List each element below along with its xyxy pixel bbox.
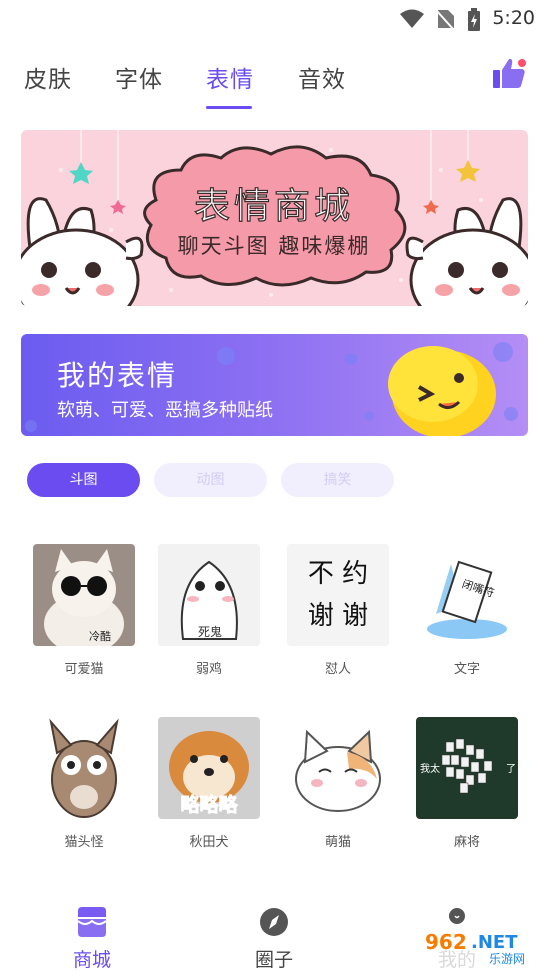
sticker-pack-owl-monster[interactable]: 猫头怪 [29,717,139,850]
banner2-title: 我的表情 [57,359,178,392]
sticker-pack-label: 可爱猫 [64,662,104,677]
sticker-pack-cute-cat[interactable]: 冷酷 可爱猫 [29,544,139,677]
cute-kitten-thumbnail [287,717,389,819]
bottom-nav: 商城 圈子 我的 962 .NET 乐游网 [0,905,549,976]
nav-store-label: 商城 [72,949,111,971]
sticker-pack-label: 弱鸡 [195,662,222,677]
svg-text:了: 了 [506,763,516,775]
sticker-pack-label: 怼人 [324,662,351,677]
thumbs-up-icon[interactable] [491,56,527,90]
nav-circle[interactable]: 圈子 [244,907,304,972]
sticker-pack-weak-chick[interactable]: 死鬼 弱鸡 [154,544,264,677]
wink-face-icon [388,346,496,436]
wifi-icon [400,9,424,28]
category-tabs: 皮肤 字体 表情 音效 [0,50,549,120]
my-emoji-banner[interactable]: 我的表情 软萌、可爱、恶搞多种贴纸 [21,334,528,436]
tab-font[interactable]: 字体 [115,60,163,94]
compass-icon [260,908,288,936]
sticker-pack-mahjong[interactable]: 我太 了 麻将 [412,717,522,850]
weak-chick-thumbnail: 死鬼 [158,544,260,646]
store-icon [77,907,107,937]
banner-illustration: 表情商城 聊天斗图 趣味爆棚 [21,130,528,306]
tab-sound[interactable]: 音效 [298,60,346,94]
sticker-pack-cute-kitten[interactable]: 萌猫 [283,717,393,850]
sticker-pack-label: 猫头怪 [64,835,104,850]
battery-icon [468,8,480,31]
owl-monster-thumbnail [33,717,135,819]
svg-text:略略略: 略略略 [180,793,238,816]
no-sim-icon [435,9,455,30]
svg-text:我太: 我太 [420,762,440,775]
svg-text:谢 谢: 谢 谢 [308,601,368,631]
roast-thumbnail: 不 约 谢 谢 [287,544,389,646]
status-bar: 5:20 [0,0,549,38]
sticker-pack-text[interactable]: 闭嘴符 文字 [412,544,522,677]
sticker-pack-label: 秋田犬 [189,835,229,850]
chip-funny[interactable]: 搞笑 [281,463,394,497]
chip-doutu[interactable]: 斗图 [27,463,140,497]
svg-text:冷酷: 冷酷 [89,630,111,643]
status-time: 5:20 [492,7,535,29]
banner1-subtitle: 聊天斗图 趣味爆棚 [178,234,371,258]
nav-circle-label: 圈子 [254,949,293,971]
sticker-pack-roast[interactable]: 不 约 谢 谢 怼人 [283,544,393,677]
tab-emoji[interactable]: 表情 [206,60,254,94]
emoji-store-banner[interactable]: 表情商城 聊天斗图 趣味爆棚 [21,130,528,306]
text-thumbnail: 闭嘴符 [416,544,518,646]
chip-animated[interactable]: 动图 [154,463,267,497]
tab-skin[interactable]: 皮肤 [24,60,72,94]
banner1-title: 表情商城 [194,186,354,227]
akita-thumbnail: 略略略 [158,717,260,819]
cute-cat-thumbnail: 冷酷 [33,544,135,646]
nav-store[interactable]: 商城 [62,907,122,972]
banner2-subtitle: 软萌、可爱、恶搞多种贴纸 [57,400,273,421]
sticker-pack-label: 麻将 [453,835,480,850]
sticker-pack-label: 萌猫 [324,835,351,850]
site-watermark: 962 .NET 乐游网 [421,928,541,968]
sticker-pack-label: 文字 [453,662,480,677]
svg-text:死鬼: 死鬼 [198,624,222,639]
mahjong-thumbnail: 我太 了 [416,717,518,819]
sticker-pack-akita[interactable]: 略略略 秋田犬 [154,717,264,850]
svg-text:不 约: 不 约 [308,559,368,589]
active-tab-indicator [206,106,252,109]
